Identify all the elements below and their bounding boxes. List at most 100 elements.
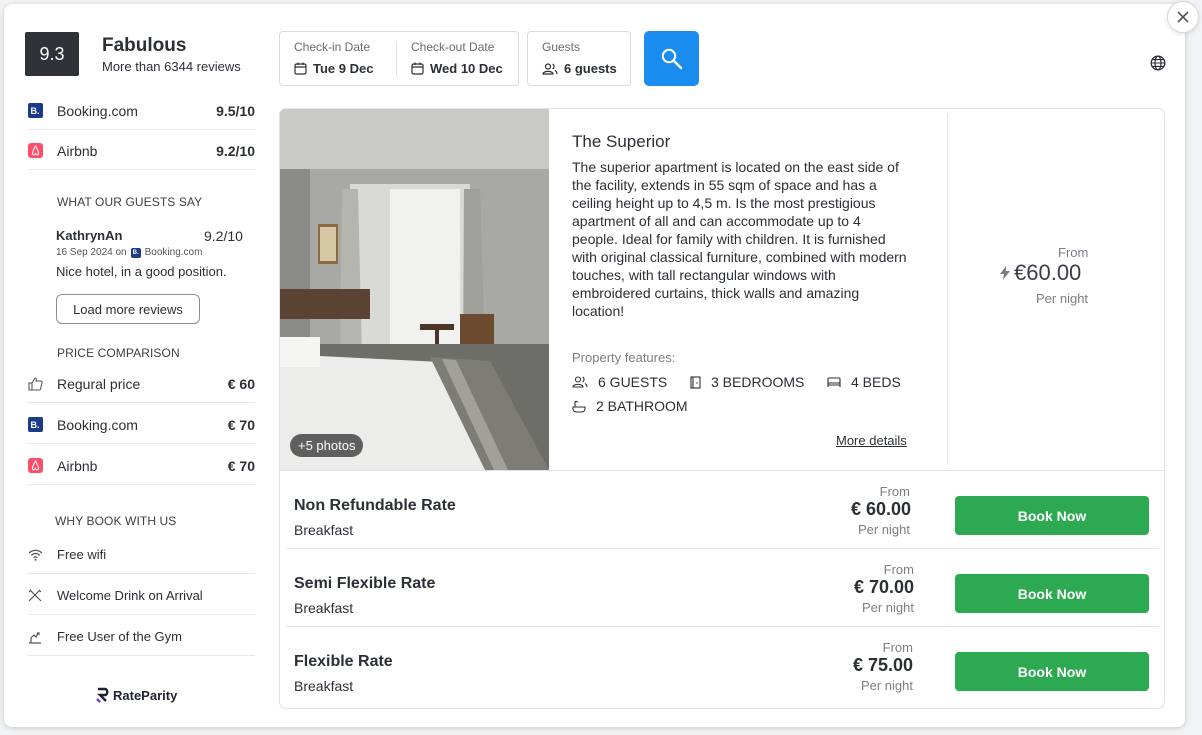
brand-name: RateParity bbox=[113, 687, 178, 703]
guests-field[interactable]: Guests 6 guests bbox=[527, 31, 631, 86]
room-card: +5 photos The Superior The superior apar… bbox=[279, 108, 1165, 709]
booking-logo-icon: B. bbox=[27, 417, 43, 432]
rate-row: Semi Flexible Rate Breakfast From € 70.0… bbox=[286, 549, 1159, 627]
price-comparison-heading: PRICE COMPARISON bbox=[57, 346, 180, 360]
feature-label: 2 BATHROOM bbox=[596, 398, 688, 414]
checkin-value: Tue 9 Dec bbox=[313, 61, 374, 76]
guests-icon bbox=[572, 376, 588, 388]
room-price: €60.00 bbox=[1014, 260, 1082, 285]
perk-gym: Free User of the Gym bbox=[27, 618, 255, 656]
checkout-value: Wed 10 Dec bbox=[430, 61, 503, 76]
airbnb-logo-icon bbox=[27, 143, 43, 158]
source-score: 9.2/10 bbox=[216, 142, 255, 159]
rating-label: Fabulous bbox=[102, 35, 187, 56]
rateparity-logo-icon bbox=[96, 687, 109, 703]
checkout-value-wrap: Wed 10 Dec bbox=[411, 61, 503, 76]
book-now-button[interactable]: Book Now bbox=[955, 652, 1149, 691]
utensils-icon bbox=[27, 588, 43, 604]
rate-price: € 75.00 bbox=[852, 655, 913, 675]
perk-label: Free User of the Gym bbox=[57, 629, 182, 644]
price-row-booking: B. Booking.com € 70 bbox=[27, 406, 255, 444]
features-heading: Property features: bbox=[572, 350, 676, 365]
rate-name: Non Refundable Rate bbox=[294, 497, 456, 514]
rate-per-night: Per night bbox=[857, 522, 910, 537]
booking-logo-icon: B. bbox=[130, 247, 141, 258]
why-book-heading: WHY BOOK WITH US bbox=[55, 514, 177, 528]
guests-label: Guests bbox=[542, 40, 581, 54]
room-title: The Superior bbox=[572, 132, 671, 151]
photos-count-badge[interactable]: +5 photos bbox=[290, 434, 364, 457]
book-now-button[interactable]: Book Now bbox=[955, 574, 1149, 613]
perk-label: Free wifi bbox=[57, 547, 107, 562]
rate-row: Non Refundable Rate Breakfast From € 60.… bbox=[286, 471, 1159, 549]
bath-icon bbox=[572, 400, 586, 413]
date-divider bbox=[396, 42, 397, 76]
close-icon bbox=[1177, 11, 1189, 23]
more-details-link[interactable]: More details bbox=[836, 433, 907, 448]
perk-drink: Welcome Drink on Arrival bbox=[27, 577, 255, 615]
guests-say-heading: WHAT OUR GUESTS SAY bbox=[57, 195, 203, 209]
rateparity-logo: RateParity bbox=[96, 687, 177, 703]
book-now-button[interactable]: Book Now bbox=[955, 496, 1149, 535]
rate-row: Flexible Rate Breakfast From € 75.00 Per… bbox=[286, 627, 1159, 705]
feature-label: 4 BEDS bbox=[851, 374, 901, 390]
lightning-icon bbox=[1000, 266, 1010, 280]
language-selector[interactable] bbox=[1150, 55, 1166, 76]
booking-logo-icon: B. bbox=[27, 103, 43, 118]
price-source-value: € 60 bbox=[227, 375, 255, 392]
price-divider bbox=[947, 113, 948, 465]
feature-label: 3 BEDROOMS bbox=[711, 374, 805, 390]
price-row-airbnb: Airbnb € 70 bbox=[27, 447, 255, 485]
rating-summary: More than 6344 reviews bbox=[102, 59, 241, 74]
room-price-wrap: €60.00 bbox=[1000, 260, 1081, 286]
rate-per-night: Per night bbox=[861, 600, 914, 615]
checkin-value-wrap: Tue 9 Dec bbox=[294, 61, 373, 76]
rate-name: Flexible Rate bbox=[294, 653, 393, 670]
room-from-label: From bbox=[1058, 245, 1089, 260]
source-name: Airbnb bbox=[57, 142, 98, 159]
search-button[interactable] bbox=[644, 31, 699, 86]
source-row-booking: B. Booking.com 9.5/10 bbox=[27, 92, 255, 130]
bed-icon bbox=[827, 376, 841, 387]
rate-from: From bbox=[883, 562, 914, 577]
perk-label: Welcome Drink on Arrival bbox=[57, 588, 203, 603]
date-picker[interactable]: Check-in Date Tue 9 Dec Check-out Date W… bbox=[279, 31, 519, 86]
price-source-name: Airbnb bbox=[57, 457, 98, 474]
feature-bedrooms: 3 BEDROOMS bbox=[690, 374, 804, 390]
price-source-value: € 70 bbox=[227, 457, 255, 474]
rate-meal: Breakfast bbox=[294, 522, 354, 538]
thumbs-up-icon bbox=[27, 376, 43, 392]
guests-value: 6 guests bbox=[564, 61, 617, 76]
room-description: The superior apartment is located on the… bbox=[572, 159, 907, 319]
rate-price: € 70.00 bbox=[853, 577, 914, 597]
price-source-name: Booking.com bbox=[57, 416, 138, 433]
review-date: 16 Sep 2024 on bbox=[56, 247, 127, 258]
rate-per-night: Per night bbox=[860, 678, 913, 693]
wifi-icon bbox=[27, 547, 43, 563]
review-text: Nice hotel, in a good position. bbox=[56, 264, 227, 279]
perk-wifi: Free wifi bbox=[27, 536, 255, 574]
review-source: Booking.com bbox=[144, 247, 203, 258]
load-more-reviews-button[interactable]: Load more reviews bbox=[56, 294, 200, 324]
globe-icon bbox=[1150, 55, 1166, 71]
price-source-name: Regural price bbox=[57, 375, 141, 392]
feature-guests: 6 GUESTS bbox=[572, 374, 667, 390]
feature-beds: 4 BEDS bbox=[827, 374, 901, 390]
checkin-label: Check-in Date bbox=[294, 40, 371, 54]
close-button[interactable] bbox=[1167, 1, 1199, 33]
gym-icon bbox=[27, 629, 43, 645]
room-photo-illustration bbox=[280, 109, 549, 470]
calendar-icon bbox=[294, 62, 307, 75]
search-icon bbox=[661, 48, 682, 69]
review-meta: 16 Sep 2024 on B. Booking.com bbox=[56, 247, 202, 258]
room-photo[interactable]: +5 photos bbox=[280, 109, 549, 470]
room-per-night: Per night bbox=[1036, 291, 1089, 306]
guests-icon bbox=[542, 62, 558, 75]
feature-label: 6 GUESTS bbox=[598, 374, 668, 390]
feature-bathroom: 2 BATHROOM bbox=[572, 398, 688, 414]
price-row-regular: Regural price € 60 bbox=[27, 365, 255, 403]
rate-from: From bbox=[879, 484, 910, 499]
rate-from: From bbox=[882, 640, 913, 655]
rate-name: Semi Flexible Rate bbox=[294, 575, 436, 592]
review-score: 9.2/10 bbox=[204, 228, 243, 244]
